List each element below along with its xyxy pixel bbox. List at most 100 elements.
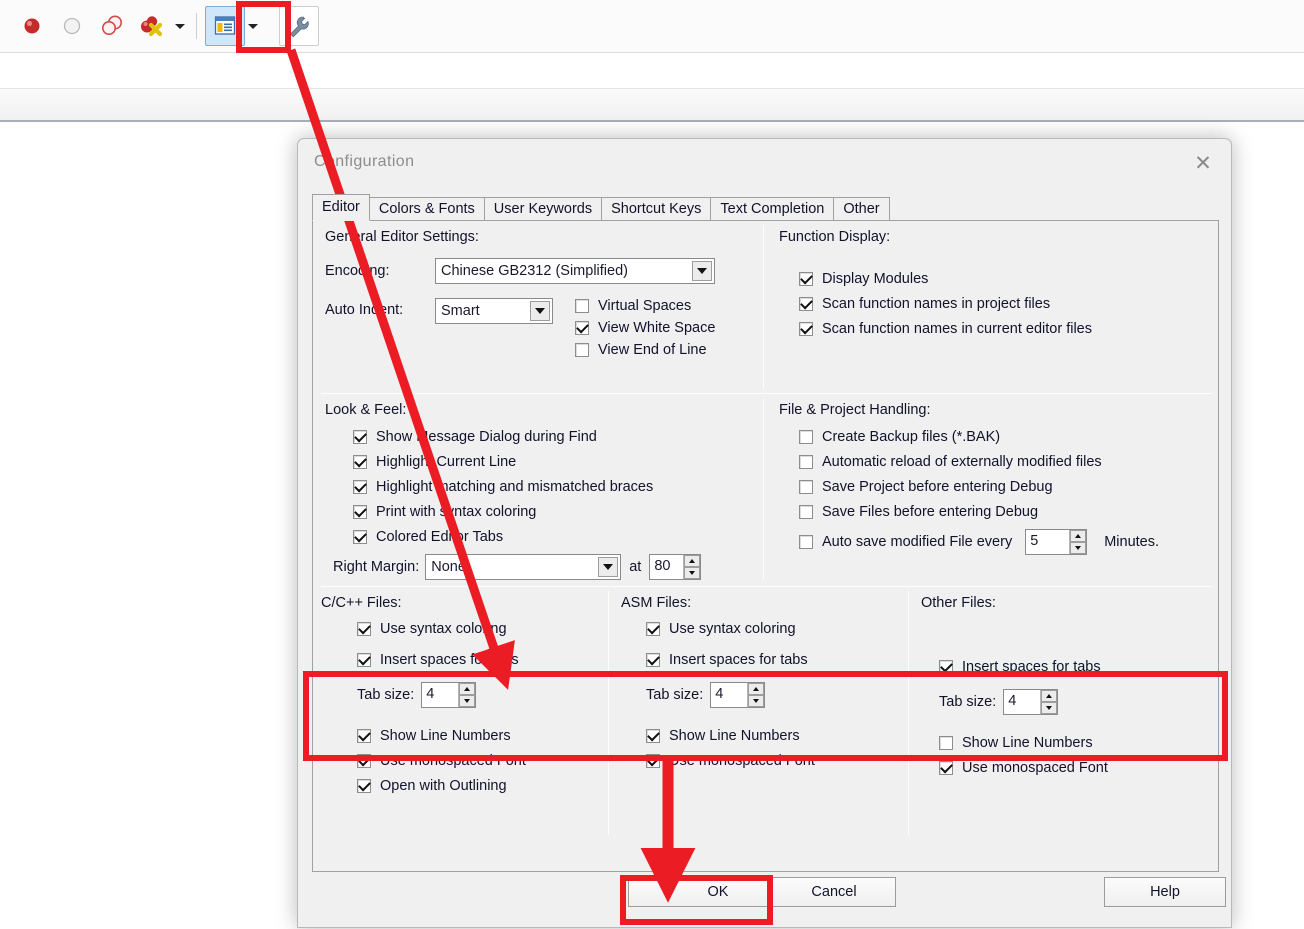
auto-indent-combobox[interactable]: Smart (435, 298, 553, 324)
file-project-handling-group: File & Project Handling: Create Backup f… (779, 402, 1219, 555)
breakpoint-delete-icon[interactable] (132, 6, 172, 46)
checkbox-box[interactable] (357, 779, 371, 793)
auto-save-suffix-label: Minutes. (1104, 534, 1160, 550)
general-editor-settings-group: General Editor Settings: Encoding: Chine… (325, 229, 755, 358)
checkbox-scan-current-editor-files[interactable]: Scan function names in current editor fi… (799, 321, 1209, 337)
checkbox-create-backup-files[interactable]: Create Backup files (*.BAK) (799, 429, 1219, 445)
checkbox-box[interactable] (646, 622, 660, 636)
highlight-box-insert-spaces-row (303, 671, 1228, 761)
checkbox-highlight-braces[interactable]: Highlight matching and mismatched braces (353, 479, 755, 495)
checkbox-box[interactable] (353, 530, 367, 544)
checkbox-label: View White Space (598, 320, 716, 336)
checkbox-print-with-syntax-coloring[interactable]: Print with syntax coloring (353, 504, 755, 520)
spinner-up-icon[interactable] (684, 555, 701, 567)
tab-other[interactable]: Other (833, 197, 890, 221)
checkbox-scan-project-files[interactable]: Scan function names in project files (799, 296, 1209, 312)
checkbox-box[interactable] (799, 297, 813, 311)
checkbox-box[interactable] (353, 480, 367, 494)
breakpoints-dropdown-caret-icon[interactable] (172, 6, 188, 46)
checkbox-box[interactable] (357, 622, 371, 636)
look-and-feel-title: Look & Feel: (325, 402, 407, 418)
checkbox-label: Scan function names in current editor fi… (822, 321, 1092, 337)
checkbox-colored-editor-tabs[interactable]: Colored Editor Tabs (353, 529, 755, 545)
breakpoint-disabled-icon[interactable] (52, 6, 92, 46)
chevron-down-icon[interactable] (692, 261, 712, 281)
tab-editor[interactable]: Editor (312, 194, 370, 221)
checkbox-display-modules[interactable]: Display Modules (799, 271, 1209, 287)
checkbox-c-use-syntax-coloring[interactable]: Use syntax coloring (357, 621, 604, 637)
checkbox-box[interactable] (799, 480, 813, 494)
checkbox-box[interactable] (799, 455, 813, 469)
checkbox-box[interactable] (646, 653, 660, 667)
checkbox-box[interactable] (353, 505, 367, 519)
tab-text-completion[interactable]: Text Completion (710, 197, 835, 221)
editor-tab-panel: General Editor Settings: Encoding: Chine… (312, 220, 1219, 872)
tab-label: Text Completion (720, 201, 825, 217)
checkbox-box[interactable] (353, 430, 367, 444)
checkbox-show-message-dialog[interactable]: Show Message Dialog during Find (353, 429, 755, 445)
breakpoints-copy-icon[interactable] (92, 6, 132, 46)
checkbox-box[interactable] (799, 322, 813, 336)
auto-save-interval-value: 5 (1030, 533, 1039, 549)
checkbox-asm-use-syntax-coloring[interactable]: Use syntax coloring (646, 621, 904, 637)
spinner-up-icon[interactable] (1070, 530, 1087, 542)
checkbox-label: Auto save modified File every (822, 534, 1013, 550)
breakpoint-icon[interactable] (12, 6, 52, 46)
checkbox-label: Insert spaces for tabs (669, 652, 808, 668)
cancel-button[interactable]: Cancel (772, 877, 896, 907)
right-margin-combobox[interactable]: None (425, 554, 622, 580)
spinner-buttons[interactable] (683, 555, 701, 579)
checkbox-box[interactable] (799, 505, 813, 519)
checkbox-c-insert-spaces-for-tabs[interactable]: Insert spaces for tabs (357, 652, 604, 668)
right-margin-column-spinner[interactable]: 80 (649, 554, 702, 580)
checkbox-box[interactable] (575, 343, 589, 357)
tab-user-keywords[interactable]: User Keywords (483, 197, 603, 221)
tab-colors-fonts[interactable]: Colors & Fonts (368, 197, 485, 221)
horizontal-divider (321, 393, 1212, 394)
spinner-down-icon[interactable] (1070, 542, 1087, 554)
horizontal-divider (321, 586, 1212, 587)
checkbox-label: Colored Editor Tabs (376, 529, 504, 545)
tab-label: Shortcut Keys (611, 201, 702, 217)
checkbox-c-open-with-outlining[interactable]: Open with Outlining (357, 778, 604, 794)
encoding-combobox[interactable]: Chinese GB2312 (Simplified) (435, 258, 715, 284)
checkbox-other-use-monospaced-font[interactable]: Use monospaced Font (939, 760, 1211, 776)
general-editor-settings-title: General Editor Settings: (325, 229, 479, 245)
checkbox-save-files-before-debug[interactable]: Save Files before entering Debug (799, 504, 1219, 520)
auto-save-interval-spinner[interactable]: 5 (1025, 529, 1088, 555)
checkbox-box[interactable] (575, 299, 589, 313)
spinner-down-icon[interactable] (684, 567, 701, 579)
help-button[interactable]: Help (1104, 877, 1226, 907)
checkbox-box[interactable] (353, 455, 367, 469)
tab-shortcut-keys[interactable]: Shortcut Keys (601, 197, 712, 221)
chevron-down-icon[interactable] (530, 301, 550, 321)
spinner-buttons[interactable] (1069, 530, 1087, 554)
highlight-box-wrench-button (236, 1, 291, 53)
checkbox-asm-insert-spaces-for-tabs[interactable]: Insert spaces for tabs (646, 652, 904, 668)
checkbox-label: Display Modules (822, 271, 929, 287)
checkbox-label: Show Message Dialog during Find (376, 429, 597, 445)
checkbox-box[interactable] (939, 761, 953, 775)
checkbox-automatic-reload[interactable]: Automatic reload of externally modified … (799, 454, 1219, 470)
checkbox-box[interactable] (799, 272, 813, 286)
checkbox-box[interactable] (357, 653, 371, 667)
checkbox-box[interactable] (575, 321, 589, 335)
checkbox-highlight-current-line[interactable]: Highlight Current Line (353, 454, 755, 470)
close-icon[interactable]: ✕ (1189, 149, 1217, 177)
checkbox-auto-save-modified-file[interactable]: Auto save modified File every 5 Minutes. (799, 529, 1219, 555)
checkbox-label: Use monospaced Font (962, 760, 1108, 776)
checkbox-box[interactable] (799, 430, 813, 444)
checkbox-label: Virtual Spaces (598, 298, 692, 314)
checkbox-virtual-spaces[interactable]: Virtual Spaces (575, 298, 715, 314)
checkbox-save-project-before-debug[interactable]: Save Project before entering Debug (799, 479, 1219, 495)
auto-indent-label: Auto Indent: (325, 302, 404, 318)
chevron-down-icon[interactable] (598, 557, 619, 577)
checkbox-box[interactable] (799, 535, 813, 549)
function-display-group: Function Display: Display Modules Scan f… (779, 229, 1209, 346)
checkbox-view-end-of-line[interactable]: View End of Line (575, 342, 715, 358)
checkbox-label: Insert spaces for tabs (380, 652, 519, 668)
tab-strip: Editor Colors & Fonts User Keywords Shor… (312, 194, 1217, 221)
checkbox-view-white-space[interactable]: View White Space (575, 320, 715, 336)
checkbox-label: Save Project before entering Debug (822, 479, 1053, 495)
tab-label: Other (843, 201, 880, 217)
